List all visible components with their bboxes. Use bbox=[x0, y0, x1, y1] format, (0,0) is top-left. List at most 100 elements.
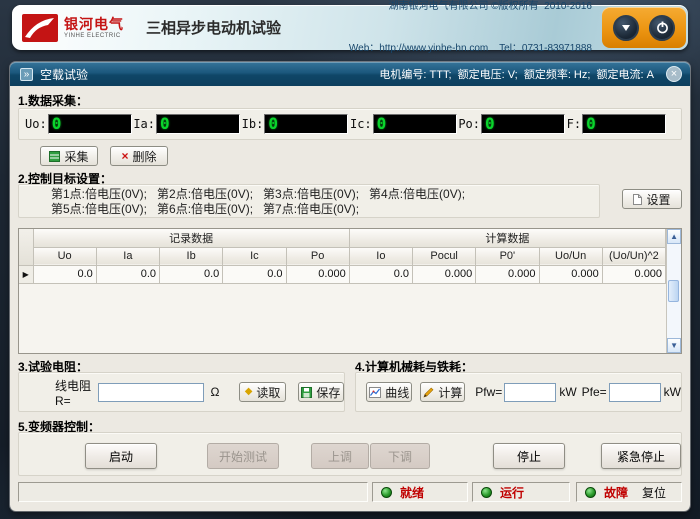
display-ia-label: Ia: bbox=[133, 117, 155, 131]
adjust-down-button[interactable]: 下调 bbox=[370, 443, 430, 469]
losses-groupbox: 曲线 计算 Pfw= kW Pfe= kW bbox=[355, 372, 682, 412]
scrollbar-track[interactable] bbox=[667, 244, 681, 338]
scroll-up-icon[interactable]: ▲ bbox=[667, 229, 681, 244]
col-header-pocul[interactable]: Pocul bbox=[413, 247, 476, 265]
display-ic-label: Ic: bbox=[350, 117, 372, 131]
col-header-io[interactable]: Io bbox=[349, 247, 412, 265]
ready-led-icon bbox=[381, 487, 392, 498]
adjust-up-button[interactable]: 上调 bbox=[311, 443, 369, 469]
resistance-field-label: 线电阻R= bbox=[55, 377, 94, 408]
table-row: ▶ 0.0 0.0 0.0 0.0 0.000 0.0 0.000 0.000 … bbox=[19, 265, 666, 283]
col-header-uo[interactable]: Uo bbox=[33, 247, 96, 265]
collect-button[interactable]: 采集 bbox=[40, 146, 98, 166]
cell-io[interactable]: 0.0 bbox=[349, 265, 412, 283]
contact-line: Web：http://www.yinhe-hn.com Tel：0731-839… bbox=[349, 42, 592, 56]
cell-pocul[interactable]: 0.000 bbox=[413, 265, 476, 283]
settings-label: 设置 bbox=[646, 191, 670, 208]
panel-title: 空载试验 bbox=[40, 66, 88, 83]
display-po: Po: 0 bbox=[458, 114, 566, 134]
curve-button[interactable]: 曲线 bbox=[366, 382, 412, 402]
pfw-label: Pfw= bbox=[475, 385, 502, 399]
read-button[interactable]: ◆ 读取 bbox=[239, 382, 285, 402]
delete-button[interactable]: × 删除 bbox=[110, 146, 168, 166]
resistance-input[interactable] bbox=[98, 383, 204, 402]
control-targets-groupbox: 第1点:倍电压(0V); 第2点:倍电压(0V); 第3点:倍电压(0V); 第… bbox=[18, 184, 600, 218]
row-selector-icon[interactable]: ▶ bbox=[19, 265, 33, 283]
status-fault: 故障 复位 bbox=[576, 482, 682, 502]
inverter-groupbox: 启动 开始测试 上调 下调 停止 紧急停止 bbox=[18, 432, 682, 476]
emergency-stop-button[interactable]: 紧急停止 bbox=[601, 443, 681, 469]
display-uo: Uo: 0 bbox=[25, 114, 133, 134]
cell-uo-un[interactable]: 0.000 bbox=[539, 265, 602, 283]
power-icon bbox=[656, 21, 669, 34]
start-button[interactable]: 启动 bbox=[85, 443, 157, 469]
calc-button[interactable]: 计算 bbox=[420, 382, 465, 402]
cell-uo[interactable]: 0.0 bbox=[33, 265, 96, 283]
read-label: 读取 bbox=[256, 384, 280, 401]
logo-cn: 银河电气 bbox=[64, 17, 124, 31]
power-button[interactable] bbox=[649, 15, 675, 41]
running-label: 运行 bbox=[500, 484, 524, 501]
vertical-scrollbar[interactable]: ▲ ▼ bbox=[666, 229, 681, 353]
panel-titlebar: » 空载试验 电机编号: TTT; 额定电压: V; 额定频率: Hz; 额定电… bbox=[10, 62, 690, 86]
cell-ib[interactable]: 0.0 bbox=[160, 265, 223, 283]
minimize-button[interactable] bbox=[613, 15, 639, 41]
target-line-2: 第5点:倍电压(0V); 第6点:倍电压(0V); 第7点:倍电压(0V); bbox=[51, 202, 599, 217]
delete-label: 删除 bbox=[133, 148, 157, 165]
data-grid: 记录数据 计算数据 Uo Ia Ib Ic Po Io Pocul P0' Uo… bbox=[18, 228, 682, 354]
status-message-panel bbox=[18, 482, 368, 502]
display-ib-label: Ib: bbox=[242, 117, 264, 131]
close-icon[interactable]: × bbox=[666, 66, 682, 82]
cell-p0[interactable]: 0.000 bbox=[476, 265, 539, 283]
cell-ia[interactable]: 0.0 bbox=[96, 265, 159, 283]
collect-grid-icon bbox=[49, 151, 60, 162]
delete-x-icon: × bbox=[121, 150, 128, 162]
display-ib: Ib: 0 bbox=[242, 114, 350, 134]
col-header-uo-un-sq[interactable]: (Uo/Un)^2 bbox=[602, 247, 665, 265]
display-ic-value: 0 bbox=[373, 114, 457, 134]
cell-uo-un-sq[interactable]: 0.000 bbox=[602, 265, 665, 283]
display-ia: Ia: 0 bbox=[133, 114, 241, 134]
app-title: 三相异步电动机试验 bbox=[146, 17, 281, 38]
cell-ic[interactable]: 0.0 bbox=[223, 265, 286, 283]
cell-po[interactable]: 0.000 bbox=[286, 265, 349, 283]
save-button[interactable]: 保存 bbox=[298, 382, 344, 402]
grid-corner bbox=[19, 229, 33, 265]
display-uo-label: Uo: bbox=[25, 117, 47, 131]
col-header-po[interactable]: Po bbox=[286, 247, 349, 265]
display-ia-value: 0 bbox=[156, 114, 240, 134]
yinhe-logo-icon bbox=[22, 14, 58, 42]
pfw-input[interactable] bbox=[504, 383, 556, 402]
col-header-uo-un[interactable]: Uo/Un bbox=[539, 247, 602, 265]
scroll-down-icon[interactable]: ▼ bbox=[667, 338, 681, 353]
display-f: F: 0 bbox=[567, 114, 675, 134]
pfe-input[interactable] bbox=[609, 383, 661, 402]
ohm-unit: Ω bbox=[210, 385, 219, 399]
scrollbar-thumb[interactable] bbox=[668, 280, 679, 302]
main-panel: » 空载试验 电机编号: TTT; 额定电压: V; 额定频率: Hz; 额定电… bbox=[10, 62, 690, 511]
curve-label: 曲线 bbox=[385, 384, 409, 401]
group-header-recorded: 记录数据 bbox=[33, 229, 349, 247]
display-po-value: 0 bbox=[481, 114, 565, 134]
logo-en: YINHE ELECTRIC bbox=[64, 33, 124, 39]
group-header-calculated: 计算数据 bbox=[349, 229, 665, 247]
running-led-icon bbox=[481, 487, 492, 498]
display-ib-value: 0 bbox=[264, 114, 348, 134]
reset-link[interactable]: 复位 bbox=[642, 484, 666, 501]
acquisition-groupbox: Uo: 0 Ia: 0 Ib: 0 Ic: 0 Po: 0 F: 0 bbox=[18, 108, 682, 140]
begin-test-button[interactable]: 开始测试 bbox=[207, 443, 279, 469]
settings-button[interactable]: 设置 bbox=[622, 189, 682, 209]
collect-label: 采集 bbox=[64, 148, 88, 165]
pfw-unit: kW bbox=[559, 385, 576, 399]
col-header-p0[interactable]: P0' bbox=[476, 247, 539, 265]
stop-button[interactable]: 停止 bbox=[493, 443, 565, 469]
col-header-ib[interactable]: Ib bbox=[160, 247, 223, 265]
status-running: 运行 bbox=[472, 482, 570, 502]
display-ic: Ic: 0 bbox=[350, 114, 458, 134]
motor-info: 电机编号: TTT; 额定电压: V; 额定频率: Hz; 额定电流: A bbox=[379, 66, 654, 82]
col-header-ic[interactable]: Ic bbox=[223, 247, 286, 265]
pfe-label: Pfe= bbox=[582, 385, 607, 399]
window-titlebar: 银河电气 YINHE ELECTRIC 三相异步电动机试验 湖南银河电气有限公司… bbox=[12, 5, 688, 50]
col-header-ia[interactable]: Ia bbox=[96, 247, 159, 265]
status-ready: 就绪 bbox=[372, 482, 468, 502]
